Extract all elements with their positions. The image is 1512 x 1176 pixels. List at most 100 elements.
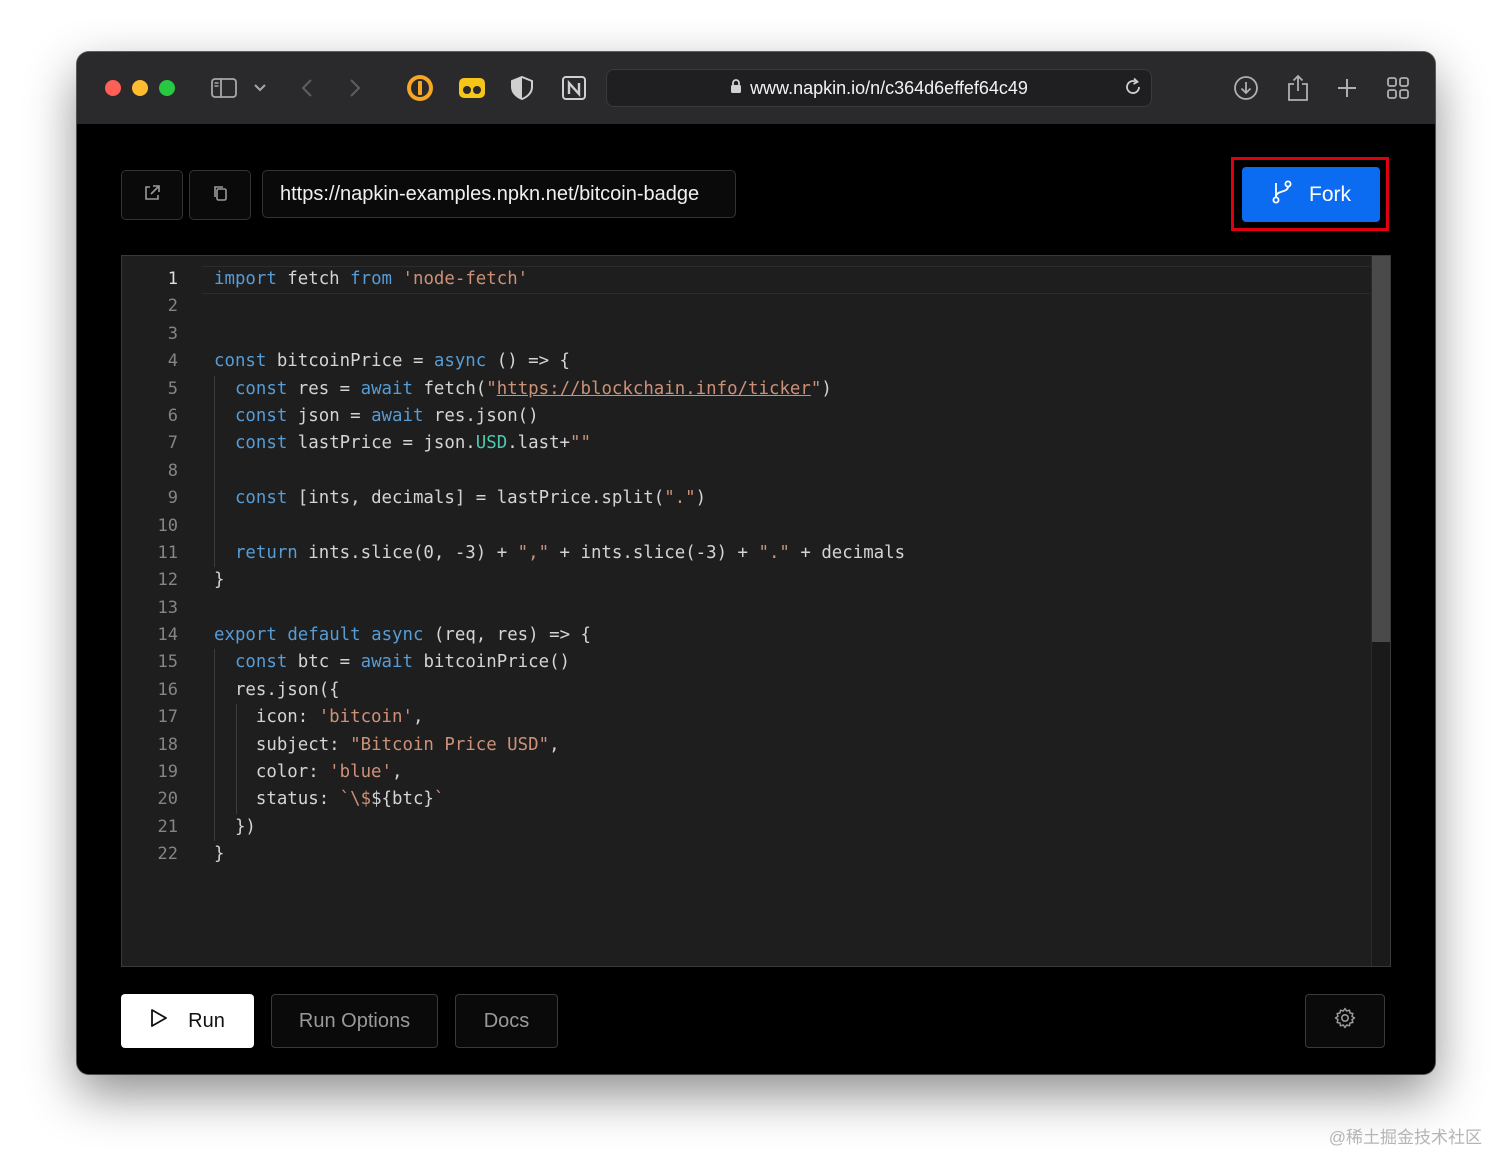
code-token: color: — [214, 762, 330, 783]
new-tab-icon[interactable] — [1335, 72, 1359, 104]
code-token: res = — [287, 378, 361, 399]
code-token: btc = — [287, 652, 361, 673]
code-token: ints.slice(0, -3) + — [297, 542, 518, 563]
code-line: const lastPrice = json.USD.last+"" — [214, 430, 905, 458]
code-line: const json = await res.json() — [214, 402, 905, 431]
code-token: ${btc} — [371, 789, 434, 810]
run-button-label: Run — [188, 1009, 225, 1032]
address-bar[interactable]: www.napkin.io/n/c364d6effef64c49 — [606, 69, 1152, 107]
code-content[interactable]: import fetch from 'node-fetch' const bitc… — [214, 266, 905, 869]
docs-button[interactable]: Docs — [455, 994, 558, 1048]
indent-guide — [214, 512, 215, 540]
code-token: "" — [570, 433, 591, 454]
indent-guide — [214, 813, 215, 842]
run-button[interactable]: Run — [121, 994, 254, 1048]
indent-guide — [235, 704, 237, 732]
1password-icon[interactable] — [405, 72, 435, 104]
address-bar-url: www.napkin.io/n/c364d6effef64c49 — [750, 77, 1028, 98]
code-line: const res = await fetch("https://blockch… — [214, 375, 905, 403]
code-token: , — [549, 734, 560, 755]
code-token: bitcoinPrice() — [412, 652, 571, 673]
line-number: 19 — [157, 762, 178, 783]
browser-titlebar: www.napkin.io/n/c364d6effef64c49 — [77, 52, 1435, 125]
code-line: }) — [214, 813, 905, 842]
gear-icon — [1333, 1006, 1357, 1036]
copy-url-button[interactable] — [189, 170, 251, 220]
code-token: () => { — [486, 351, 571, 372]
editor-scrollbar[interactable] — [1371, 256, 1390, 966]
code-line: subject: "Bitcoin Price USD", — [214, 731, 905, 760]
code-line — [214, 512, 905, 540]
code-token: "." — [664, 488, 696, 509]
code-token: USD — [475, 433, 508, 454]
code-line: } — [214, 567, 905, 594]
copy-icon — [211, 184, 229, 207]
browser-window: www.napkin.io/n/c364d6effef64c49 https:/… — [77, 52, 1435, 1074]
tab-overview-icon[interactable] — [1385, 72, 1411, 104]
code-token: const — [234, 405, 288, 426]
code-token: res.json({ — [214, 679, 340, 700]
indent-guide — [235, 731, 237, 760]
fork-button[interactable]: Fork — [1242, 167, 1380, 222]
code-token: fetch — [276, 269, 351, 289]
code-token: from — [350, 269, 393, 289]
line-number-gutter: 1 2 3 4 5 6 7 8 9 10 11 12 13 14 15 16 17 18 19 20 21 22 — [122, 266, 178, 869]
code-line: const [ints, decimals] = lastPrice.split… — [214, 485, 905, 513]
sidebar-icon[interactable] — [209, 72, 239, 104]
editor-scrollbar-thumb[interactable] — [1372, 256, 1390, 642]
run-options-button[interactable]: Run Options — [271, 994, 438, 1048]
indent-guide — [235, 786, 237, 814]
code-token: json = — [287, 405, 372, 426]
code-editor[interactable]: 1 2 3 4 5 6 7 8 9 10 11 12 13 14 15 16 17 18 19 20 21 22 impo… — [121, 255, 1391, 967]
git-fork-icon — [1271, 180, 1293, 210]
back-icon[interactable] — [297, 72, 317, 104]
lock-icon — [730, 78, 742, 99]
fork-button-label: Fork — [1309, 182, 1351, 206]
indent-guide — [214, 649, 215, 677]
line-number: 16 — [157, 679, 178, 700]
code-token: `\$ — [339, 789, 372, 810]
code-token: } — [214, 570, 225, 591]
open-external-button[interactable] — [121, 170, 183, 220]
close-window-button[interactable] — [105, 80, 121, 96]
code-token: const — [234, 652, 288, 673]
code-token: 'node-fetch' — [402, 269, 529, 289]
reload-icon[interactable] — [1123, 77, 1143, 102]
code-line: status: `\$${btc}` — [214, 786, 905, 814]
line-number: 14 — [157, 625, 178, 646]
notion-icon[interactable] — [559, 72, 589, 104]
code-token: ) — [821, 378, 832, 399]
code-token: async — [371, 625, 424, 646]
chevron-down-icon[interactable] — [252, 72, 268, 104]
line-number: 21 — [157, 816, 178, 837]
minimize-window-button[interactable] — [132, 80, 148, 96]
code-token: await — [360, 378, 413, 399]
zoom-window-button[interactable] — [159, 80, 175, 96]
line-number: 20 — [157, 789, 178, 810]
code-token: https://blockchain.info/ticker — [496, 378, 811, 399]
forward-icon[interactable] — [345, 72, 365, 104]
code-token: default — [287, 625, 361, 646]
code-token: ) — [695, 488, 707, 509]
settings-button[interactable] — [1305, 994, 1385, 1048]
code-token: .last+ — [507, 433, 571, 454]
shield-icon[interactable] — [509, 72, 535, 104]
indent-guide — [214, 786, 215, 814]
line-number: 22 — [157, 844, 178, 865]
privacy-icon[interactable] — [457, 72, 487, 104]
share-icon[interactable] — [1284, 72, 1312, 104]
code-token: bitcoinPrice = — [266, 351, 434, 372]
download-icon[interactable] — [1232, 72, 1260, 104]
code-token: 'blue' — [329, 762, 392, 783]
code-token: await — [371, 405, 424, 426]
code-token: , — [392, 762, 403, 783]
endpoint-url-field[interactable]: https://napkin-examples.npkn.net/bitcoin… — [262, 170, 736, 218]
line-number: 9 — [167, 488, 178, 509]
code-token: async — [433, 351, 487, 372]
code-token: const — [234, 488, 288, 509]
code-token: 'bitcoin' — [318, 707, 413, 728]
